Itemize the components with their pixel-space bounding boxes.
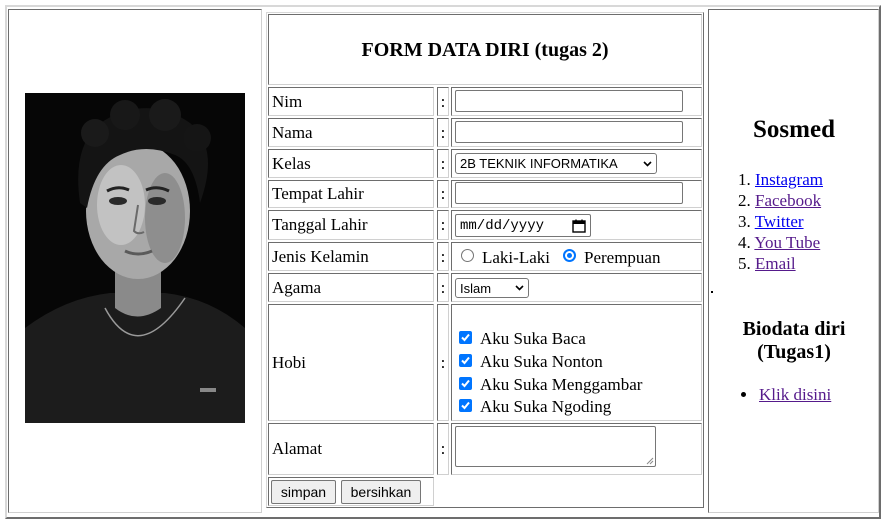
gender-label-perempuan: Perempuan <box>584 248 661 267</box>
label-tanggal-lahir: Tanggal Lahir <box>268 210 434 240</box>
date-placeholder: mm/dd/yyyy <box>460 217 545 234</box>
hobi-checkbox-nonton[interactable] <box>459 354 472 367</box>
list-number: 2. <box>738 191 751 210</box>
kelas-selected-value: 2B TEKNIK INFORMATIKA <box>460 156 618 171</box>
list-number: 1. <box>738 170 751 189</box>
sosmed-item: 2. Facebook <box>738 191 821 211</box>
hobi-label: Aku Suka Ngoding <box>480 397 612 416</box>
dot <box>711 291 713 293</box>
chevron-down-icon <box>515 285 524 291</box>
bersihkan-button[interactable]: bersihkan <box>341 480 421 504</box>
colon: : <box>437 180 449 208</box>
sosmed-item: 4. You Tube <box>738 233 820 253</box>
hobi-label: Aku Suka Menggambar <box>480 375 643 394</box>
colon: : <box>437 273 449 302</box>
label-alamat: Alamat <box>268 423 434 475</box>
sosmed-item: 5. Email <box>738 254 796 274</box>
hobi-checkbox-menggambar[interactable] <box>459 377 472 390</box>
label-nama: Nama <box>268 118 434 147</box>
colon: : <box>437 118 449 147</box>
colon: : <box>437 304 449 421</box>
chevron-down-icon <box>643 160 652 167</box>
colon: : <box>437 87 449 116</box>
tempat-lahir-input[interactable] <box>455 182 683 204</box>
tanggal-lahir-date-input[interactable]: mm/dd/yyyy <box>455 214 591 237</box>
simpan-button[interactable]: simpan <box>271 480 336 504</box>
label-tempat-lahir: Tempat Lahir <box>268 180 434 208</box>
nim-input[interactable] <box>455 90 683 112</box>
agama-select[interactable]: Islam <box>455 278 529 298</box>
instagram-link[interactable]: Instagram <box>755 170 823 189</box>
list-number: 4. <box>738 233 751 252</box>
biodata-item: Klik disini <box>759 385 831 405</box>
hobi-checkbox-ngoding[interactable] <box>459 399 472 412</box>
facebook-link[interactable]: Facebook <box>755 191 821 210</box>
colon: : <box>437 210 449 240</box>
label-kelas: Kelas <box>268 149 434 178</box>
calendar-icon[interactable] <box>572 219 586 233</box>
sosmed-title: Sosmed <box>753 116 835 143</box>
sosmed-item: 1. Instagram <box>738 170 823 190</box>
label-nim: Nim <box>268 87 434 116</box>
colon: : <box>437 423 449 475</box>
list-number: 3. <box>738 212 751 231</box>
alamat-textarea[interactable] <box>455 426 656 467</box>
gender-radio-laki[interactable] <box>461 249 474 262</box>
sosmed-item: 3. Twitter <box>738 212 804 232</box>
biodata-title-line1: Biodata diri <box>742 318 846 340</box>
biodata-title: Biodata diri (Tugas1) <box>709 318 879 364</box>
bullet-icon <box>741 392 746 397</box>
biodata-title-line2: (Tugas1) <box>757 341 831 363</box>
profile-photo <box>25 93 245 423</box>
list-number: 5. <box>738 254 751 273</box>
kelas-select[interactable]: 2B TEKNIK INFORMATIKA <box>455 153 657 174</box>
gender-radio-perempuan[interactable] <box>563 249 576 262</box>
email-link[interactable]: Email <box>755 254 796 273</box>
resize-handle-icon[interactable] <box>646 457 654 465</box>
klik-disini-link[interactable]: Klik disini <box>759 385 831 404</box>
label-agama: Agama <box>268 273 434 302</box>
label-jenis-kelamin: Jenis Kelamin <box>268 242 434 271</box>
hobi-label: Aku Suka Nonton <box>480 352 603 371</box>
colon: : <box>437 242 449 271</box>
colon: : <box>437 149 449 178</box>
form-title: FORM DATA DIRI (tugas 2) <box>268 14 702 85</box>
agama-selected-value: Islam <box>460 280 492 296</box>
label-hobi: Hobi <box>268 304 434 421</box>
hobi-label: Aku Suka Baca <box>480 329 586 348</box>
hobi-checkbox-baca[interactable] <box>459 331 472 344</box>
twitter-link[interactable]: Twitter <box>755 212 804 231</box>
youtube-link[interactable]: You Tube <box>754 233 820 252</box>
gender-label-laki: Laki-Laki <box>482 248 550 267</box>
nama-input[interactable] <box>455 121 683 143</box>
